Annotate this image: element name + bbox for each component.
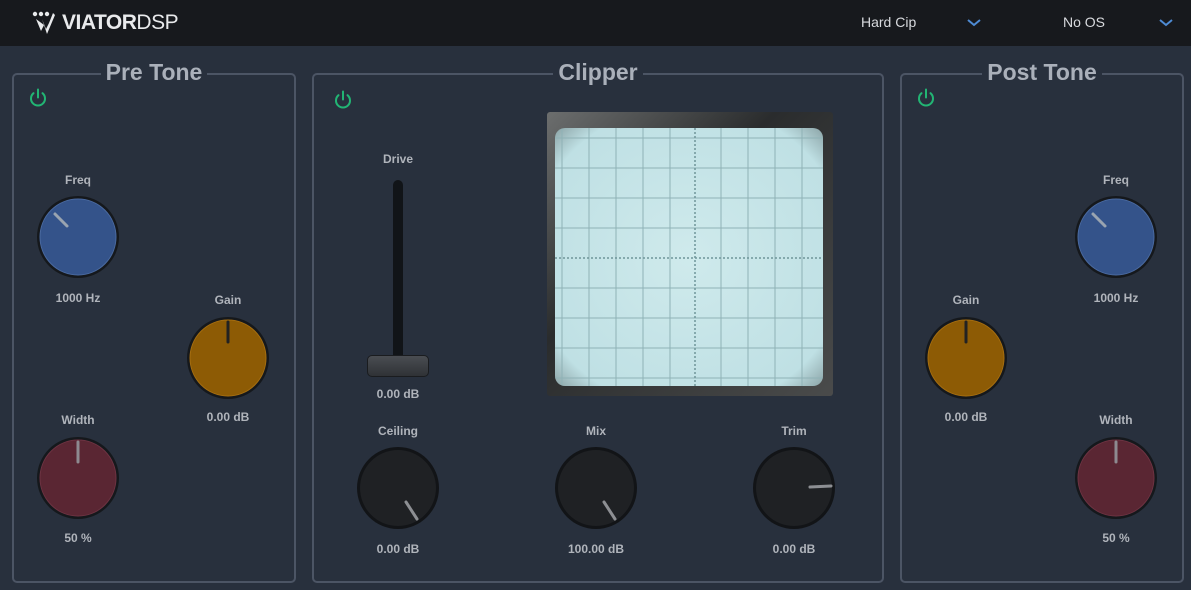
chevron-down-icon: [1159, 19, 1173, 27]
clipper-power-icon[interactable]: [332, 89, 354, 111]
clipper-title: Clipper: [314, 59, 882, 86]
mix-label: Mix: [585, 424, 606, 438]
ceiling-value: 0.00 dB: [376, 542, 420, 556]
drive-slider-thumb[interactable]: [367, 355, 429, 377]
post-gain-value: 0.00 dB: [944, 410, 988, 424]
oversampling-dropdown[interactable]: No OS: [1050, 12, 1185, 34]
post-tone-power-icon[interactable]: [915, 87, 937, 109]
pre-freq-label: Freq: [64, 173, 91, 187]
mix-knob[interactable]: [554, 446, 638, 530]
post-width-label: Width: [1099, 413, 1133, 427]
drive-label: Drive: [382, 152, 414, 166]
post-freq-label: Freq: [1102, 173, 1129, 187]
post-freq-knob[interactable]: [1074, 195, 1158, 279]
pre-freq-knob[interactable]: [36, 195, 120, 279]
mix-value: 100.00 dB: [567, 542, 625, 556]
chevron-down-icon: [967, 19, 981, 27]
post-tone-title: Post Tone: [902, 59, 1182, 86]
pre-freq-value: 1000 Hz: [55, 291, 101, 305]
oscilloscope-display: [547, 112, 833, 396]
pre-gain-knob[interactable]: [186, 316, 270, 400]
trim-knob[interactable]: [752, 446, 836, 530]
viator-logo-icon: [32, 11, 55, 34]
post-gain-label: Gain: [952, 293, 980, 307]
drive-slider-track[interactable]: [393, 180, 403, 370]
pre-width-label: Width: [61, 413, 95, 427]
pre-tone-power-icon[interactable]: [27, 87, 49, 109]
pre-gain-value: 0.00 dB: [206, 410, 250, 424]
oversampling-value: No OS: [1063, 14, 1106, 30]
pre-tone-title: Pre Tone: [14, 59, 294, 86]
pre-width-knob[interactable]: [36, 436, 120, 520]
brand-logo: VIATORDSP: [32, 10, 179, 36]
post-freq-value: 1000 Hz: [1093, 291, 1139, 305]
ceiling-label: Ceiling: [377, 424, 418, 438]
brand-name: VIATORDSP: [62, 11, 179, 34]
pre-gain-label: Gain: [214, 293, 242, 307]
drive-value: 0.00 dB: [376, 387, 420, 401]
trim-value: 0.00 dB: [772, 542, 816, 556]
header-bar: VIATORDSP Hard Cip No OS: [0, 0, 1191, 46]
pre-width-value: 50 %: [64, 531, 92, 545]
scope-screen: [555, 128, 823, 386]
clip-mode-value: Hard Cip: [861, 14, 917, 30]
clip-mode-dropdown[interactable]: Hard Cip: [850, 12, 990, 34]
post-width-value: 50 %: [1102, 531, 1130, 545]
trim-label: Trim: [781, 424, 807, 438]
post-width-knob[interactable]: [1074, 436, 1158, 520]
post-gain-knob[interactable]: [924, 316, 1008, 400]
ceiling-knob[interactable]: [356, 446, 440, 530]
